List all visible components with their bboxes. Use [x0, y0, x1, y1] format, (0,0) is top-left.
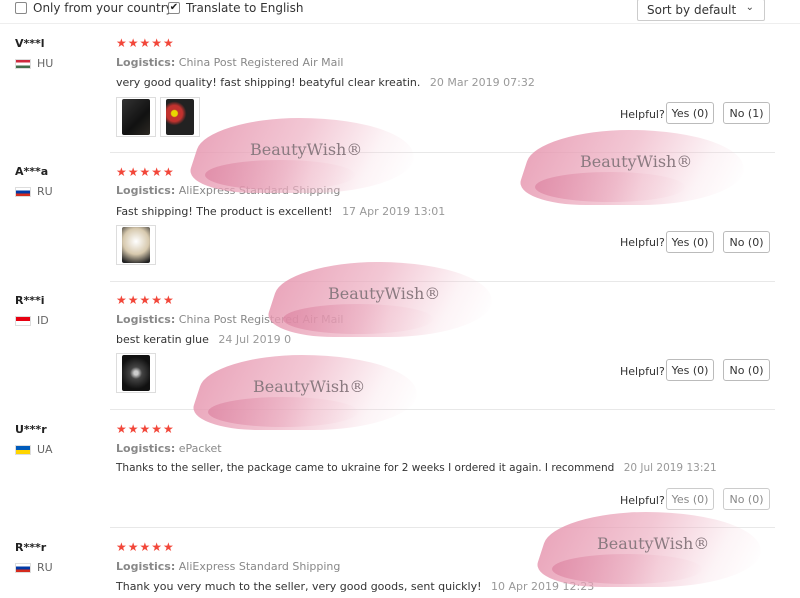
- sort-selected-value: Sort by default: [647, 3, 737, 17]
- comment-text: Thanks to the seller, the package came t…: [116, 462, 615, 474]
- photo-thumbnail: [122, 355, 150, 391]
- chevron-down-icon: ⌄: [745, 2, 754, 13]
- translate-label: Translate to English: [186, 1, 304, 15]
- photo-thumbnail: [166, 99, 194, 135]
- logistics-value: AliExpress Standard Shipping: [178, 560, 341, 573]
- review-logistics: Logistics: AliExpress Standard Shipping: [116, 560, 340, 573]
- review-comment: Thanks to the seller, the package came t…: [116, 462, 717, 474]
- watermark-text: BeautyWish®: [328, 284, 441, 303]
- helpful-label: Helpful?: [620, 494, 665, 507]
- review-user: R***i: [15, 294, 45, 307]
- comment-text: Thank you very much to the seller, very …: [116, 580, 482, 593]
- translate-checkbox[interactable]: ✔: [168, 2, 180, 14]
- logistics-label: Logistics:: [116, 442, 176, 455]
- logistics-value: China Post Registered Air Mail: [178, 56, 344, 69]
- comment-text: Fast shipping! The product is excellent!: [116, 205, 333, 218]
- watermark-text: BeautyWish®: [250, 140, 363, 159]
- logistics-label: Logistics:: [116, 56, 176, 69]
- review-user: U***r: [15, 423, 47, 436]
- helpful-no-button[interactable]: No (0): [723, 488, 770, 510]
- helpful-yes-button[interactable]: Yes (0): [666, 359, 714, 381]
- flag-ru-icon: [15, 562, 31, 573]
- country-code: ID: [37, 314, 49, 327]
- helpful-yes-button[interactable]: Yes (0): [666, 231, 714, 253]
- helpful-label: Helpful?: [620, 236, 665, 249]
- country-code: UA: [37, 443, 53, 456]
- helpful-label: Helpful?: [620, 365, 665, 378]
- review-country: UA: [15, 443, 53, 456]
- review-date: 24 Jul 2019 0: [218, 333, 292, 346]
- sort-select[interactable]: Sort by default ⌄: [637, 0, 765, 21]
- logistics-value: ePacket: [178, 442, 222, 455]
- watermark-text: BeautyWish®: [580, 152, 693, 171]
- comment-text: very good quality! fast shipping! beatyf…: [116, 76, 421, 89]
- helpful-no-button[interactable]: No (0): [723, 231, 770, 253]
- rating-stars: ★★★★★: [116, 165, 175, 179]
- review-logistics: Logistics: AliExpress Standard Shipping: [116, 184, 340, 197]
- helpful-yes-button[interactable]: Yes (0): [666, 102, 714, 124]
- helpful-yes-button[interactable]: Yes (0): [666, 488, 714, 510]
- country-code: HU: [37, 57, 54, 70]
- rating-stars: ★★★★★: [116, 422, 175, 436]
- review-logistics: Logistics: ePacket: [116, 442, 222, 455]
- translate-filter[interactable]: ✔ Translate to English: [168, 1, 304, 15]
- logistics-label: Logistics:: [116, 560, 176, 573]
- country-code: RU: [37, 561, 53, 574]
- helpful-label: Helpful?: [620, 108, 665, 121]
- review-date: 17 Apr 2019 13:01: [342, 205, 446, 218]
- review-divider: [110, 527, 775, 528]
- review-photo[interactable]: [160, 97, 200, 137]
- country-code: RU: [37, 185, 53, 198]
- review-date: 20 Mar 2019 07:32: [429, 76, 535, 89]
- flag-ru-icon: [15, 186, 31, 197]
- watermark: BeautyWish®: [512, 130, 758, 210]
- flag-ua-icon: [15, 444, 31, 455]
- review-country: RU: [15, 561, 53, 574]
- flag-id-icon: [15, 315, 31, 326]
- rating-stars: ★★★★★: [116, 36, 175, 50]
- review-divider: [110, 152, 775, 153]
- review-country: RU: [15, 185, 53, 198]
- review-user: A***a: [15, 165, 49, 178]
- review-date: 20 Jul 2019 13:21: [623, 462, 717, 474]
- helpful-no-button[interactable]: No (0): [723, 359, 770, 381]
- review-comment: very good quality! fast shipping! beatyf…: [116, 76, 535, 89]
- comment-text: best keratin glue: [116, 333, 209, 346]
- logistics-value: AliExpress Standard Shipping: [178, 184, 341, 197]
- only-country-filter[interactable]: Only from your country: [15, 1, 173, 15]
- rating-stars: ★★★★★: [116, 540, 175, 554]
- review-photo[interactable]: [116, 225, 156, 265]
- watermark: BeautyWish®: [260, 262, 506, 342]
- logistics-value: China Post Registered Air Mail: [178, 313, 344, 326]
- review-comment: Thank you very much to the seller, very …: [116, 580, 594, 593]
- review-comment: best keratin glue 24 Jul 2019 0: [116, 333, 291, 346]
- review-divider: [110, 281, 775, 282]
- review-comment: Fast shipping! The product is excellent!…: [116, 205, 445, 218]
- review-divider: [110, 409, 775, 410]
- review-country: HU: [15, 57, 53, 70]
- review-logistics: Logistics: China Post Registered Air Mai…: [116, 56, 343, 69]
- review-photo[interactable]: [116, 97, 156, 137]
- review-country: ID: [15, 314, 49, 327]
- flag-hu-icon: [15, 58, 31, 69]
- review-logistics: Logistics: China Post Registered Air Mai…: [116, 313, 343, 326]
- only-country-checkbox[interactable]: [15, 2, 27, 14]
- only-country-label: Only from your country: [33, 1, 173, 15]
- watermark-text: BeautyWish®: [253, 377, 366, 396]
- rating-stars: ★★★★★: [116, 293, 175, 307]
- review-photo[interactable]: [116, 353, 156, 393]
- logistics-label: Logistics:: [116, 313, 176, 326]
- helpful-no-button[interactable]: No (1): [723, 102, 770, 124]
- review-date: 10 Apr 2019 12:23: [491, 580, 595, 593]
- photo-thumbnail: [122, 99, 150, 135]
- review-user: R***r: [15, 541, 47, 554]
- watermark: BeautyWish®: [185, 355, 431, 435]
- logistics-label: Logistics:: [116, 184, 176, 197]
- filter-bar: Only from your country ✔ Translate to En…: [0, 0, 800, 24]
- review-user: V***l: [15, 37, 45, 50]
- photo-thumbnail: [122, 227, 150, 263]
- watermark-text: BeautyWish®: [597, 534, 710, 553]
